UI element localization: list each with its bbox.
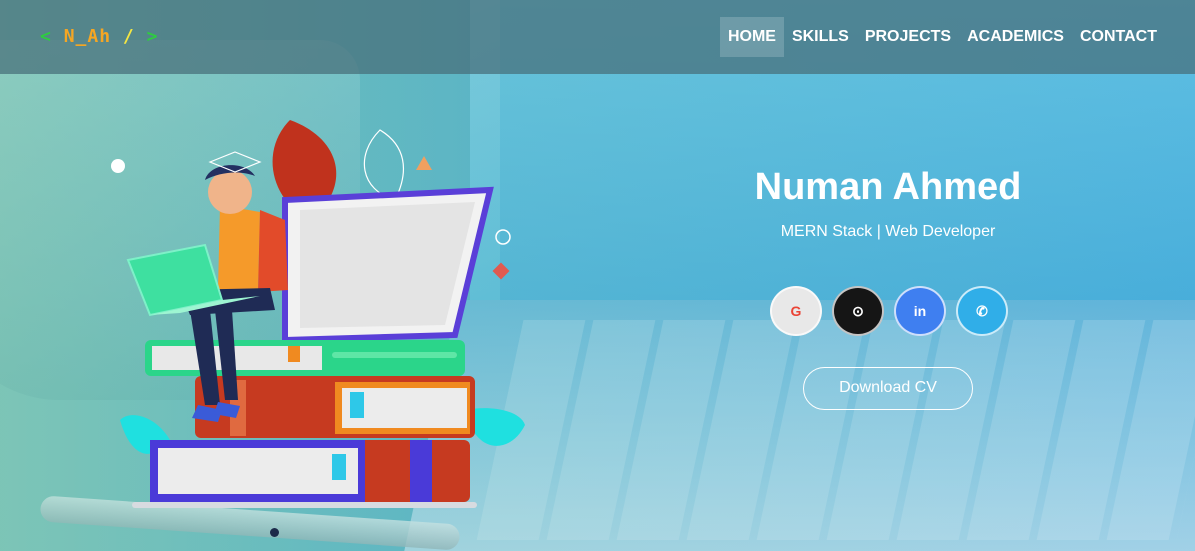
deco-triangle (416, 156, 432, 170)
student-face (208, 170, 252, 214)
orange-book-bookmark (350, 392, 364, 418)
nav-contact[interactable]: CONTACT (1072, 17, 1165, 57)
site-logo[interactable]: < N_Ah / > (40, 26, 158, 47)
nav-academics[interactable]: ACADEMICS (959, 17, 1072, 57)
nav-skills[interactable]: SKILLS (784, 17, 857, 57)
open-book-pages (300, 202, 475, 328)
student-books-illustration (111, 120, 525, 508)
phone-icon[interactable]: ✆ (956, 286, 1008, 336)
github-icon[interactable]: ⊙ (832, 286, 884, 336)
bottom-book-stripe (410, 440, 432, 502)
nav-home[interactable]: HOME (719, 17, 784, 57)
deco-ring (495, 229, 511, 245)
hero-subtitle: MERN Stack | Web Developer (780, 223, 996, 240)
navbar: < N_Ah / > HOME SKILLS PROJECTS ACADEMIC… (0, 0, 1195, 74)
main-nav: HOME SKILLS PROJECTS ACADEMICS CONTACT (719, 17, 1165, 57)
deco-dot (111, 159, 125, 173)
outline-leaf (363, 129, 404, 201)
deco-diamond (492, 262, 510, 280)
hero-name: Numan Ahmed (754, 166, 1022, 208)
student-shirt (218, 205, 260, 292)
green-book-bookmark (288, 346, 300, 362)
social-links: G ⊙ in ✆ (770, 286, 1018, 336)
linkedin-icon[interactable]: in (894, 286, 946, 336)
nav-projects[interactable]: PROJECTS (857, 17, 959, 57)
download-cv-button[interactable]: Download CV (803, 367, 973, 410)
purple-book-pages (158, 448, 358, 494)
purple-book-bookmark (332, 454, 346, 480)
carousel-indicator[interactable] (270, 528, 279, 537)
student-jacket (258, 210, 288, 292)
book-stack-base (132, 502, 477, 508)
green-book-stripe (332, 352, 457, 358)
google-icon[interactable]: G (770, 286, 822, 336)
hero-text: Numan Ahmed MERN Stack | Web Developer (680, 166, 1096, 241)
